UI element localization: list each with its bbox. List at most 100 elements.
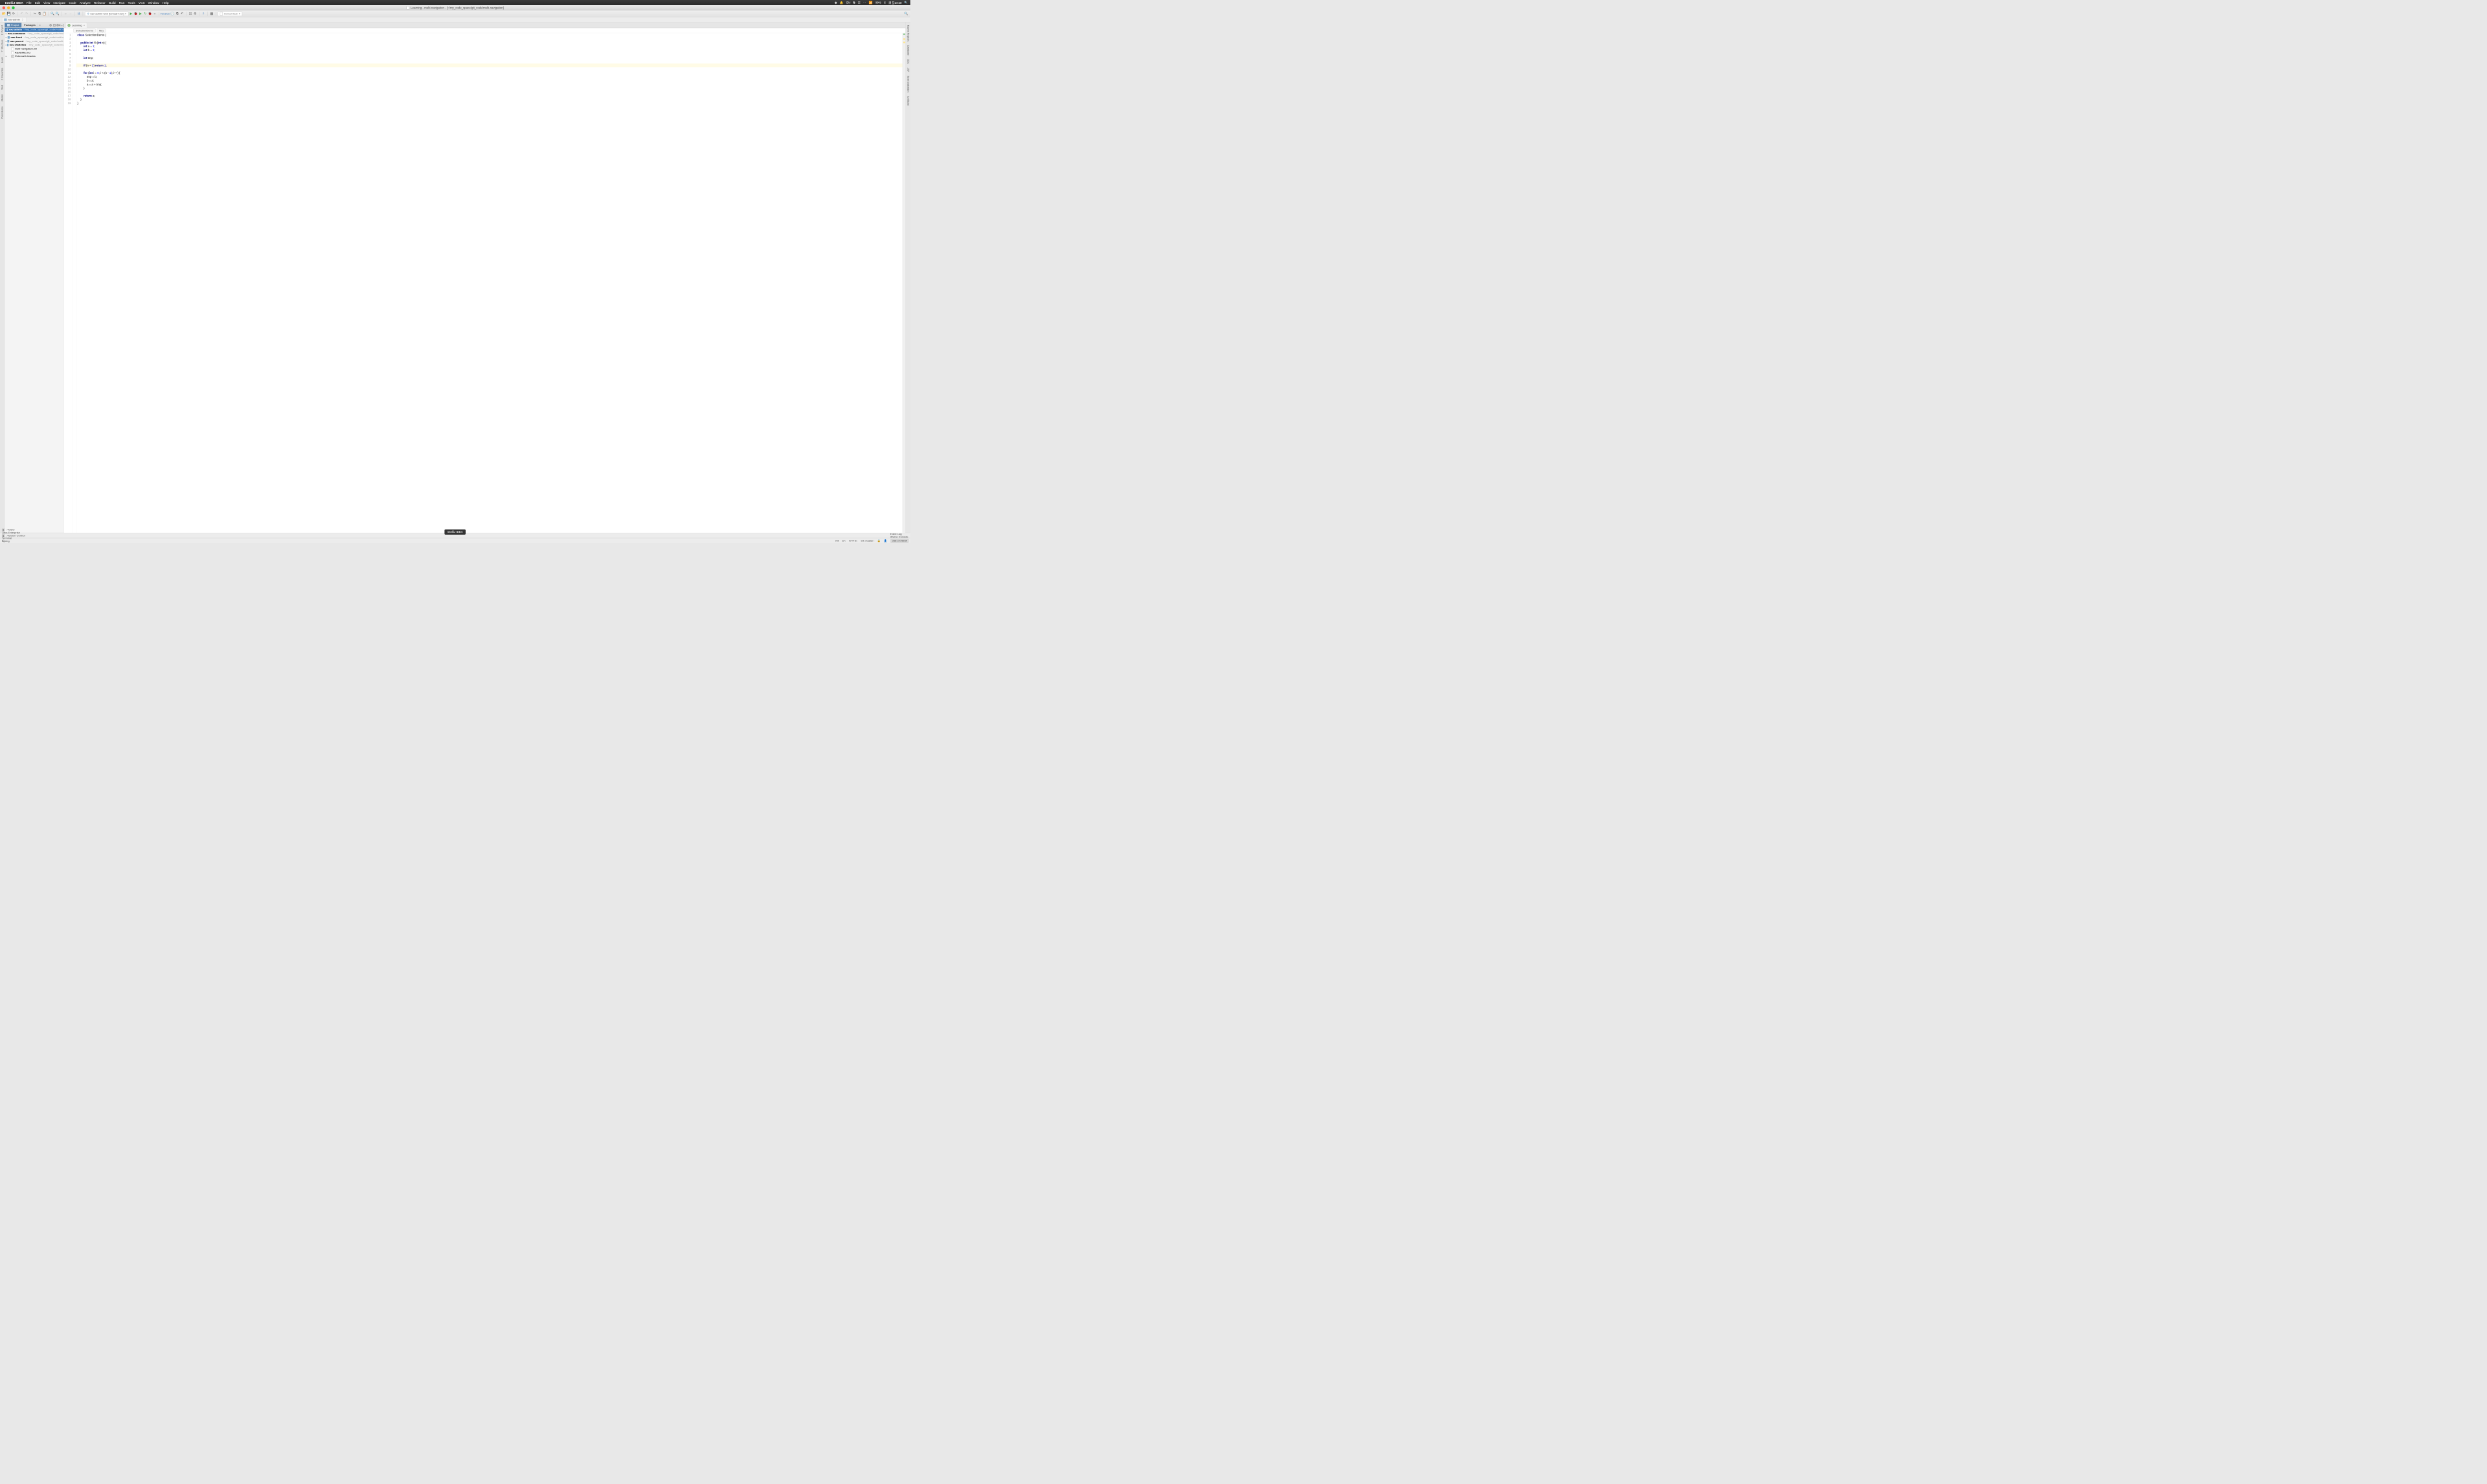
- error-stripe[interactable]: [903, 33, 905, 533]
- status-line-ending[interactable]: LF:: [842, 539, 846, 542]
- run-icon[interactable]: ▶: [129, 12, 133, 16]
- menu-refactor[interactable]: Refactor: [94, 1, 106, 4]
- status-encoding[interactable]: UTF-8:: [849, 539, 857, 542]
- right-tool-jsf[interactable]: JSF: [906, 66, 909, 74]
- build-icon[interactable]: ⇊: [76, 12, 81, 16]
- menu-file[interactable]: File: [27, 1, 32, 4]
- find-icon[interactable]: 🔍: [51, 12, 55, 16]
- status-inspection-icon[interactable]: 👤: [884, 539, 887, 543]
- right-tool-ddl[interactable]: DDL: [906, 57, 909, 65]
- status-menu-extra-icon[interactable]: ⧉: [853, 1, 855, 4]
- vcs-history-icon[interactable]: 🕘: [170, 12, 175, 16]
- status-input-lang[interactable]: EN: [846, 1, 850, 4]
- tree-item-nav-parent[interactable]: ▸nav-parent~/my_code_space/git_code/mult…: [5, 39, 63, 43]
- window-zoom-button[interactable]: [12, 6, 14, 9]
- bottom-tool-spring[interactable]: Spring: [2, 540, 25, 543]
- status-memory[interactable]: 266 of 725M: [891, 539, 909, 543]
- menu-build[interactable]: Build: [109, 1, 116, 4]
- tree-item-nav-admin[interactable]: ▸nav-admin~/my_code_space/git_code/multi…: [5, 28, 63, 32]
- crumb-method[interactable]: fib(): [97, 28, 106, 32]
- left-tool-2-favorites[interactable]: 2: Favorites: [1, 66, 4, 82]
- search-everywhere-icon[interactable]: 🔍: [904, 12, 909, 16]
- code-line-19[interactable]: }: [76, 102, 903, 106]
- menu-window[interactable]: Window: [148, 1, 159, 4]
- replace-icon[interactable]: 🔍: [55, 12, 60, 16]
- menu-analyze[interactable]: Analyze: [80, 1, 91, 4]
- vcs-commit-icon[interactable]: VCS↑: [166, 12, 170, 16]
- left-tool-web[interactable]: Web: [1, 83, 4, 91]
- project-view-tab-project[interactable]: Project: [5, 23, 21, 27]
- menu-edit[interactable]: Edit: [35, 1, 40, 4]
- left-tool-persistence[interactable]: Persistence: [1, 105, 4, 121]
- tree-item-external-libraries[interactable]: ▸External Libraries: [5, 54, 63, 58]
- status-record-icon[interactable]: ◉: [835, 1, 837, 4]
- close-tab-icon[interactable]: ×: [84, 24, 85, 27]
- app-name[interactable]: IntelliJ IDEA: [5, 1, 23, 4]
- right-tool-ant-build[interactable]: Ant Build: [906, 94, 909, 107]
- hide-panel-icon[interactable]: →|: [60, 23, 64, 27]
- settings-icon[interactable]: ⚙: [193, 12, 198, 16]
- menu-tools[interactable]: Tools: [128, 1, 135, 4]
- status-menu-more-icon[interactable]: ⋯: [863, 1, 866, 4]
- menu-help[interactable]: Help: [163, 1, 169, 4]
- task-selector[interactable]: Default task ▾: [218, 11, 242, 16]
- jrebel-icon[interactable]: ▦: [209, 12, 214, 16]
- structure-icon[interactable]: ☷: [188, 12, 193, 16]
- tree-item-nav-front[interactable]: ▸nav-front~/my_code_space/git_code/multi…: [5, 36, 63, 39]
- tree-item-nav-commons[interactable]: ▸nav-commons~/my_code_space/git_code/mul…: [5, 32, 63, 36]
- right-tool-bean-validation[interactable]: Bean Validation: [906, 74, 909, 94]
- status-sogou-icon[interactable]: S: [884, 1, 886, 4]
- help-icon[interactable]: ?: [201, 12, 206, 16]
- sync-icon[interactable]: ⟳: [12, 12, 16, 16]
- jrebel-debug-icon[interactable]: 🐞: [148, 12, 152, 16]
- status-clock[interactable]: 周五10:19: [889, 1, 902, 5]
- tree-item-nav-statistics[interactable]: ▸nav-statistics~/my_code_space/git_code/…: [5, 43, 63, 47]
- window-minimize-button[interactable]: [7, 6, 10, 9]
- status-caret-position[interactable]: 9:9: [835, 539, 839, 542]
- menu-view[interactable]: View: [43, 1, 50, 4]
- status-battery[interactable]: 99%: [876, 1, 881, 4]
- debug-icon[interactable]: 🐞: [133, 12, 138, 16]
- left-tool-jrebel[interactable]: JRebel: [1, 93, 4, 104]
- save-all-icon[interactable]: 💾: [6, 12, 11, 16]
- crumb-class[interactable]: SelectionDemo: [73, 28, 95, 32]
- bottom-tool-jrebel-console[interactable]: JRebel Console: [890, 535, 908, 538]
- status-menu-bars-icon[interactable]: ☰: [858, 1, 861, 4]
- menu-vcs[interactable]: VCS: [139, 1, 145, 4]
- code-editor[interactable]: 12345678910111213141516171819 class Sele…: [64, 33, 905, 533]
- status-git-branch[interactable]: Git: master:: [861, 539, 874, 542]
- status-tool-window-icon[interactable]: ▢: [2, 539, 5, 543]
- jrebel-run-icon[interactable]: ↻: [143, 12, 148, 16]
- menu-navigate[interactable]: Navigate: [53, 1, 65, 4]
- right-tool-maven-projects[interactable]: Maven Projects: [906, 23, 909, 43]
- status-wifi-icon[interactable]: 📶: [869, 1, 872, 4]
- project-view-tab-packages[interactable]: Packages: [21, 23, 38, 27]
- status-notification-icon[interactable]: 🔔: [840, 1, 843, 4]
- breadcrumb-root[interactable]: nav-admin 〉: [2, 17, 27, 22]
- copy-icon[interactable]: ⧉: [38, 12, 42, 16]
- right-tool-database[interactable]: Database: [906, 43, 909, 58]
- chevron-right-icon[interactable]: ▸: [38, 23, 42, 27]
- left-tool-1-project[interactable]: 1: Project: [1, 23, 4, 37]
- paste-icon[interactable]: 📋: [42, 12, 47, 16]
- open-icon[interactable]: 📂: [2, 12, 6, 16]
- status-lock-icon[interactable]: 🔒: [878, 539, 881, 543]
- left-tool-7-structure[interactable]: 7: Structure: [1, 38, 4, 54]
- run-coverage-icon[interactable]: ▶: [139, 12, 143, 16]
- warning-marker[interactable]: [903, 41, 905, 43]
- vcs-diff-icon[interactable]: ⧉: [175, 12, 179, 16]
- nav-back-icon[interactable]: ←: [63, 12, 68, 16]
- vcs-revert-icon[interactable]: ↶: [180, 12, 185, 16]
- spotlight-icon[interactable]: 🔍: [904, 1, 907, 4]
- window-close-button[interactable]: [3, 6, 5, 9]
- nav-forward-icon[interactable]: →: [68, 12, 73, 16]
- editor-tab-learning[interactable]: C Learning ×: [65, 23, 87, 28]
- redo-icon[interactable]: ↷: [25, 12, 29, 16]
- stop-icon[interactable]: ■: [153, 12, 157, 16]
- warning-marker[interactable]: [903, 38, 905, 39]
- undo-icon[interactable]: ↶: [19, 12, 24, 16]
- left-tool-learn[interactable]: Learn: [1, 55, 4, 65]
- menu-run[interactable]: Run: [119, 1, 125, 4]
- cut-icon[interactable]: ✂: [33, 12, 38, 16]
- run-configuration-selector[interactable]: ⚙ nav-admin-web [tomcat7:run] ▾: [85, 11, 128, 16]
